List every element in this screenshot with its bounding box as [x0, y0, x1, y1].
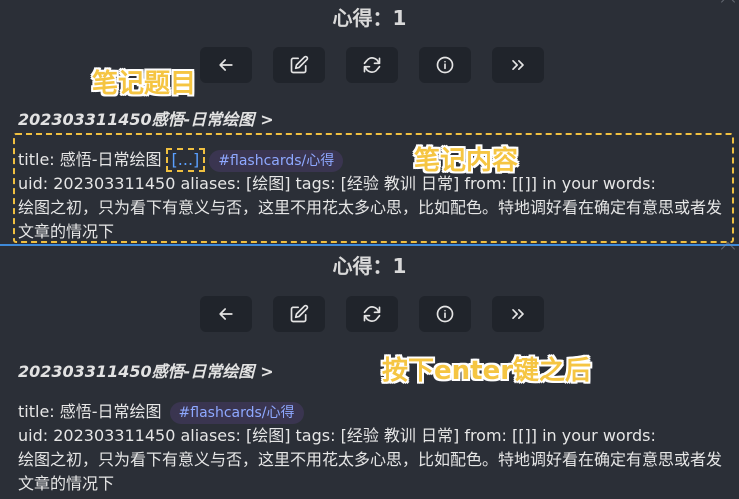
back-button[interactable] — [200, 296, 252, 332]
chevrons-right-icon — [512, 309, 524, 319]
chevrons-right-icon — [512, 60, 524, 70]
edit-button[interactable] — [273, 296, 325, 332]
card-title: 心得：1 — [332, 6, 407, 30]
cloze-ellipsis[interactable]: [...] — [165, 148, 206, 172]
breadcrumb[interactable]: 202303311450感悟-日常绘图 > — [18, 106, 274, 130]
flashcard-tag[interactable]: #flashcards/心得 — [169, 402, 304, 424]
edit-icon — [290, 55, 309, 74]
card-toolbar — [200, 296, 544, 332]
flashcard-panel-top: 心得：1 笔记题目 202303311450感悟-日常绘图 > 笔记内容 titl… — [0, 0, 739, 244]
breadcrumb-label: 202303311450感悟-日常绘图 — [18, 110, 255, 129]
breadcrumb-label: 202303311450感悟-日常绘图 — [18, 362, 255, 381]
content-line-3: 绘图之初，只为看下有意义与否，这里不用花太多心思，比如配色。特地调好看在确定有意… — [18, 198, 723, 241]
annotation-after-enter: 按下enter键之后 — [382, 356, 592, 386]
card-content: title: 感悟-日常绘图 [...] #flashcards/心得 uid: 2… — [18, 148, 734, 244]
info-icon — [436, 305, 454, 323]
reset-button[interactable] — [346, 47, 398, 83]
arrow-left-icon — [219, 308, 233, 320]
flashcard-panel-bottom: 心得：1 202303311450感悟-日常绘图 > 按下enter键之后 tit… — [0, 241, 739, 499]
back-button[interactable] — [200, 47, 252, 83]
arrow-left-icon — [219, 59, 233, 71]
chevron-right-icon: > — [260, 362, 274, 381]
info-button[interactable] — [419, 296, 471, 332]
refresh-icon — [363, 306, 381, 322]
content-line-3: 绘图之初，只为看下有意义与否，这里不用花太多心思，比如配色。特地调好看在确定有意… — [18, 450, 723, 493]
edit-button[interactable] — [273, 47, 325, 83]
content-line-1: title: 感悟-日常绘图 #flashcards/心得 — [18, 400, 734, 424]
chevron-right-icon: > — [260, 110, 274, 129]
refresh-icon — [363, 57, 381, 73]
title-line: title: 感悟-日常绘图 — [18, 402, 162, 421]
title-line: title: 感悟-日常绘图 — [18, 150, 162, 169]
flashcard-tag[interactable]: #flashcards/心得 — [209, 150, 344, 172]
skip-button[interactable] — [492, 47, 544, 83]
info-button[interactable] — [419, 47, 471, 83]
edit-icon — [290, 304, 309, 323]
card-title: 心得：1 — [332, 254, 407, 278]
card-content: title: 感悟-日常绘图 #flashcards/心得 uid: 202303… — [18, 400, 734, 496]
content-line-1: title: 感悟-日常绘图 [...] #flashcards/心得 — [18, 148, 734, 172]
annotation-note-title: 笔记题目 — [92, 69, 197, 99]
breadcrumb[interactable]: 202303311450感悟-日常绘图 > — [18, 358, 274, 382]
card-toolbar — [200, 47, 544, 83]
content-line-2: uid: 202303311450 aliases: [绘图] tags: [经… — [18, 426, 656, 445]
reset-button[interactable] — [346, 296, 398, 332]
content-line-2: uid: 202303311450 aliases: [绘图] tags: [经… — [18, 174, 656, 193]
skip-button[interactable] — [492, 296, 544, 332]
info-icon — [436, 56, 454, 74]
